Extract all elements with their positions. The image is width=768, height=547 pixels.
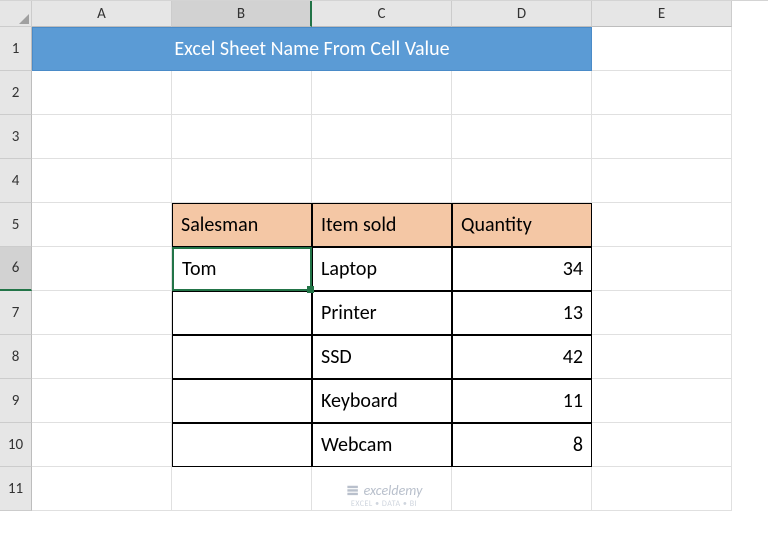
cell-A10[interactable]: [32, 423, 172, 467]
row-head-7[interactable]: 7: [0, 291, 32, 335]
col-head-A[interactable]: A: [32, 1, 172, 27]
cell-C7-item[interactable]: Printer: [312, 291, 452, 335]
cell-B10[interactable]: [172, 423, 312, 467]
cell-C11[interactable]: [312, 467, 452, 511]
cell-A6[interactable]: [32, 247, 172, 291]
col-head-B[interactable]: B: [172, 1, 312, 27]
row-head-5[interactable]: 5: [0, 203, 32, 247]
cell-E4[interactable]: [592, 159, 732, 203]
cell-value: Tom: [182, 257, 217, 281]
cell-A8[interactable]: [32, 335, 172, 379]
col-head-E[interactable]: E: [592, 1, 732, 27]
cell-A5[interactable]: [32, 203, 172, 247]
cell-D11[interactable]: [452, 467, 592, 511]
cell-E10[interactable]: [592, 423, 732, 467]
cell-A3[interactable]: [32, 115, 172, 159]
row-head-8[interactable]: 8: [0, 335, 32, 379]
row-head-6[interactable]: 6: [0, 247, 32, 291]
cell-E11[interactable]: [592, 467, 732, 511]
spreadsheet-grid[interactable]: A B C D E 1 Excel Sheet Name From Cell V…: [0, 0, 768, 511]
col-head-D[interactable]: D: [452, 1, 592, 27]
table-header-item-sold[interactable]: Item sold: [312, 203, 452, 247]
cell-E5[interactable]: [592, 203, 732, 247]
fill-handle[interactable]: [307, 286, 314, 293]
cell-C2[interactable]: [312, 71, 452, 115]
cell-E3[interactable]: [592, 115, 732, 159]
row-head-11[interactable]: 11: [0, 467, 32, 511]
cell-B11[interactable]: [172, 467, 312, 511]
cell-D7-qty[interactable]: 13: [452, 291, 592, 335]
cell-B8[interactable]: [172, 335, 312, 379]
cell-C8-item[interactable]: SSD: [312, 335, 452, 379]
cell-C10-item[interactable]: Webcam: [312, 423, 452, 467]
cell-B3[interactable]: [172, 115, 312, 159]
cell-E9[interactable]: [592, 379, 732, 423]
cell-C3[interactable]: [312, 115, 452, 159]
cell-D10-qty[interactable]: 8: [452, 423, 592, 467]
row-head-4[interactable]: 4: [0, 159, 32, 203]
cell-E6[interactable]: [592, 247, 732, 291]
row-head-2[interactable]: 2: [0, 71, 32, 115]
cell-B7[interactable]: [172, 291, 312, 335]
cell-A11[interactable]: [32, 467, 172, 511]
cell-B2[interactable]: [172, 71, 312, 115]
cell-C6-item[interactable]: Laptop: [312, 247, 452, 291]
cell-D4[interactable]: [452, 159, 592, 203]
cell-D3[interactable]: [452, 115, 592, 159]
cell-C9-item[interactable]: Keyboard: [312, 379, 452, 423]
col-head-C[interactable]: C: [312, 1, 452, 27]
cell-B9[interactable]: [172, 379, 312, 423]
cell-E2[interactable]: [592, 71, 732, 115]
cell-D2[interactable]: [452, 71, 592, 115]
row-head-3[interactable]: 3: [0, 115, 32, 159]
cell-B4[interactable]: [172, 159, 312, 203]
select-all-corner[interactable]: [0, 1, 32, 27]
cell-D9-qty[interactable]: 11: [452, 379, 592, 423]
row-head-1[interactable]: 1: [0, 27, 32, 71]
row-head-10[interactable]: 10: [0, 423, 32, 467]
table-header-salesman[interactable]: Salesman: [172, 203, 312, 247]
cell-A4[interactable]: [32, 159, 172, 203]
title-merged-cell[interactable]: Excel Sheet Name From Cell Value: [32, 27, 592, 71]
cell-B6-salesman[interactable]: Tom: [172, 247, 312, 291]
cell-D8-qty[interactable]: 42: [452, 335, 592, 379]
cell-E8[interactable]: [592, 335, 732, 379]
row-head-9[interactable]: 9: [0, 379, 32, 423]
cell-D6-qty[interactable]: 34: [452, 247, 592, 291]
table-header-quantity[interactable]: Quantity: [452, 203, 592, 247]
cell-A9[interactable]: [32, 379, 172, 423]
cell-C4[interactable]: [312, 159, 452, 203]
cell-E7[interactable]: [592, 291, 732, 335]
cell-A2[interactable]: [32, 71, 172, 115]
cell-E1[interactable]: [592, 27, 732, 71]
cell-A7[interactable]: [32, 291, 172, 335]
